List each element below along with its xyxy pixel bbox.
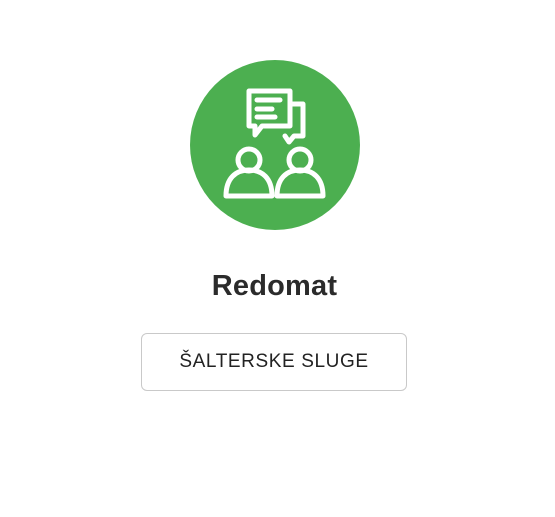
counter-services-button[interactable]: ŠALTERSKE SLUGE [141,333,407,391]
service-card: Redomat ŠALTERSKE SLUGE [0,0,555,517]
counter-services-label: ŠALTERSKE SLUGE [179,351,369,372]
service-title: Redomat [211,270,338,302]
redomat-logo [190,60,360,230]
people-chat-icon [223,88,326,199]
